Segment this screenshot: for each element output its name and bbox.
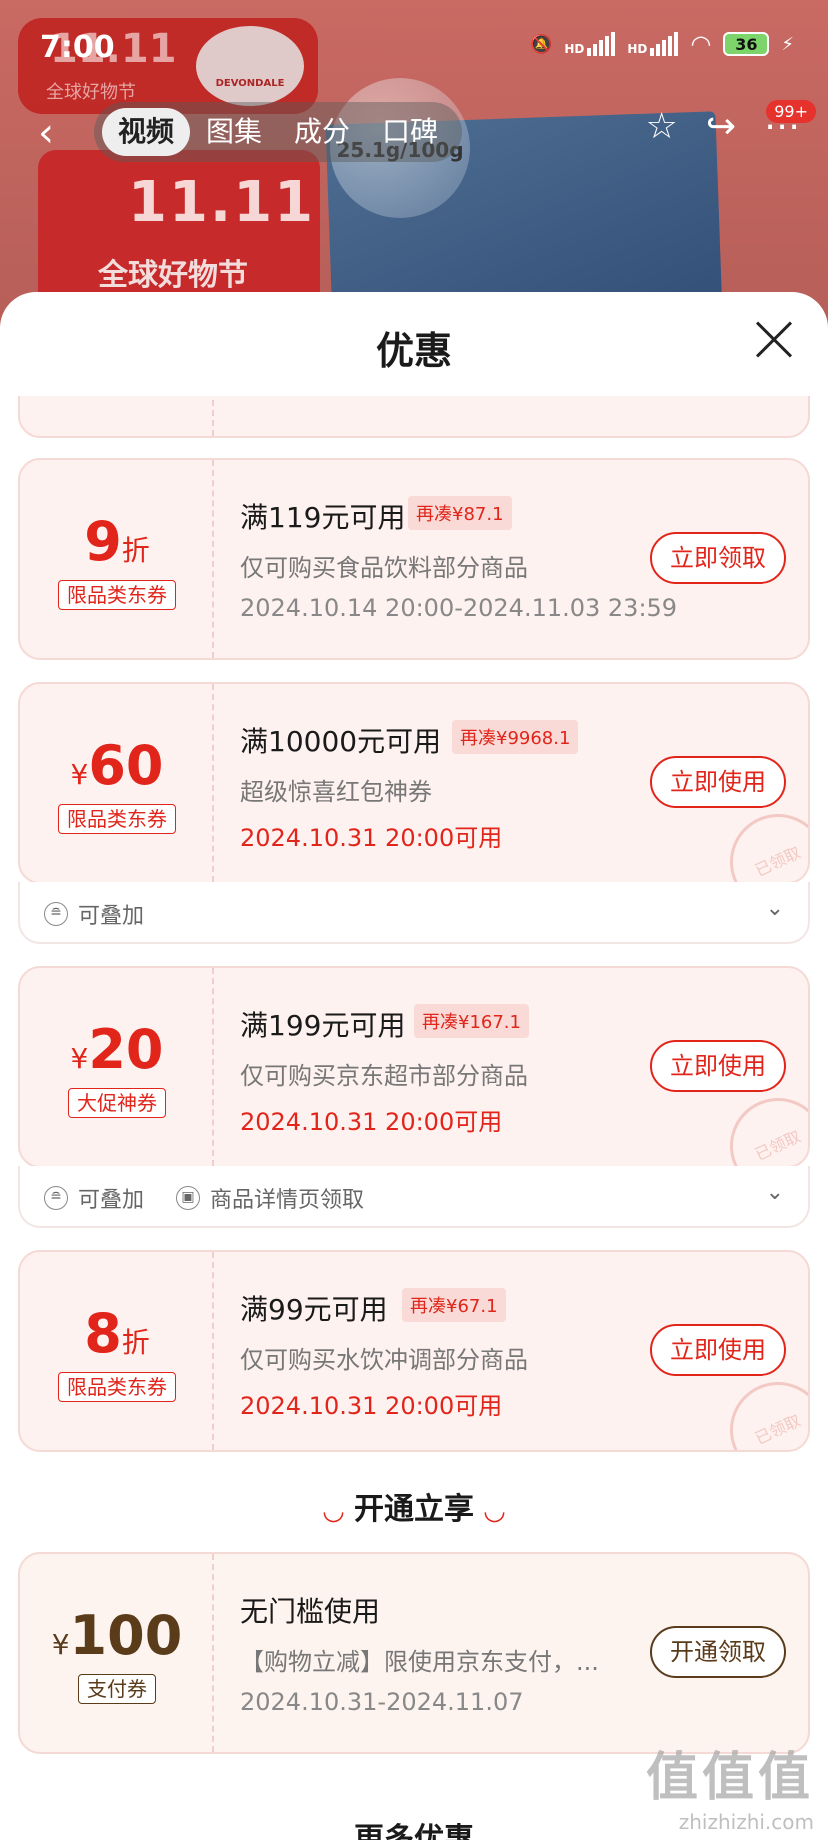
- promo-number: 11.11: [128, 170, 316, 235]
- coupon-need-amount: 再凑¥9968.1: [452, 720, 579, 754]
- claimed-stamp: 已领取: [714, 798, 808, 882]
- chevron-down-icon[interactable]: ⌄: [766, 1180, 784, 1205]
- claim-coupon-button[interactable]: 立即领取: [650, 532, 786, 584]
- smile-icon: ◡: [484, 1496, 505, 1526]
- coupon-description: 超级惊喜红包神券: [240, 778, 432, 806]
- tab-video[interactable]: 视频: [102, 108, 191, 156]
- product-nav: ‹ 视频 图集 成分 口碑 ☆ ↪ ⋯ 99+: [0, 100, 828, 166]
- claimed-stamp: 已领取: [714, 1082, 808, 1166]
- charging-icon: ⚡: [781, 33, 794, 55]
- coupon-list[interactable]: 9折 限品类东券 满119元可用 再凑¥87.1 仅可购买食品饮料部分商品 20…: [0, 396, 828, 1840]
- coupon-type-tag: 限品类东券: [58, 1372, 176, 1402]
- close-icon[interactable]: [754, 320, 794, 360]
- use-coupon-button[interactable]: 立即使用: [650, 756, 786, 808]
- favorite-star-icon[interactable]: ☆: [646, 106, 678, 147]
- tab-reviews[interactable]: 口碑: [366, 108, 454, 156]
- stackable-icon: ≘: [44, 902, 68, 926]
- coupon-condition: 满10000元可用: [240, 725, 442, 758]
- activate-claim-button[interactable]: 开通领取: [650, 1626, 786, 1678]
- coupon-description: 仅可购买食品饮料部分商品: [240, 554, 528, 582]
- use-coupon-button[interactable]: 立即使用: [650, 1040, 786, 1092]
- coupon-description: 仅可购买水饮冲调部分商品: [240, 1346, 528, 1374]
- stackable-label: 可叠加: [78, 904, 145, 929]
- coupon-amount: ¥20: [70, 1018, 164, 1081]
- coupon-amount: 8折: [84, 1302, 150, 1365]
- payment-coupon-card: ¥100 支付券 无门槛使用 【购物立减】限使用京东支付，... 2024.10…: [18, 1552, 810, 1754]
- smile-icon: ◡: [324, 1826, 344, 1840]
- coupon-extras: ≘ 可叠加 ▣ 商品详情页领取 ⌄: [18, 1166, 810, 1228]
- smile-icon: ◡: [323, 1496, 344, 1526]
- site-watermark: 值值值 zhizhizhi.com: [645, 1748, 814, 1834]
- back-icon[interactable]: ‹: [38, 110, 54, 156]
- coupon-description: 仅可购买京东超市部分商品: [240, 1062, 528, 1090]
- coupon-condition: 无门槛使用: [240, 1595, 381, 1628]
- mute-icon: 🔕: [529, 33, 553, 55]
- coupon-type-tag: 限品类东券: [58, 804, 176, 834]
- sheet-title: 优惠: [375, 329, 452, 373]
- coupon-amount: ¥100: [51, 1604, 183, 1667]
- message-badge: 99+: [766, 100, 816, 123]
- status-icons: 🔕 HD HD ◠ 36 ⚡: [530, 30, 794, 58]
- status-bar: 7:00 🔕 HD HD ◠ 36 ⚡: [0, 0, 828, 96]
- tab-ingredients[interactable]: 成分: [278, 108, 366, 156]
- promo-text: 全球好物节: [98, 258, 248, 293]
- coupon-source-label: 商品详情页领取: [210, 1188, 365, 1213]
- coupon-card-partial: [18, 396, 810, 438]
- sheet-header: 优惠: [0, 292, 828, 396]
- smile-icon: ◡: [484, 1826, 504, 1840]
- coupon-amount: 9折: [84, 510, 150, 573]
- coupon-extras: ≘ 可叠加 ⌄: [18, 882, 810, 944]
- coupon-card: ¥20 大促神券 满199元可用 再凑¥167.1 仅可购买京东超市部分商品 2…: [18, 966, 810, 1168]
- coupon-validity: 2024.10.31 20:00可用: [240, 824, 503, 852]
- media-tabs: 视频 图集 成分 口碑: [94, 102, 463, 162]
- coupon-need-amount: 再凑¥167.1: [414, 1004, 529, 1038]
- coupon-validity: 2024.10.14 20:00-2024.11.03 23:59: [240, 594, 678, 622]
- share-icon[interactable]: ↪: [706, 106, 736, 147]
- coupon-card: 9折 限品类东券 满119元可用 再凑¥87.1 仅可购买食品饮料部分商品 20…: [18, 458, 810, 660]
- wifi-icon: ◠: [690, 30, 712, 58]
- coupon-description: 【购物立减】限使用京东支付，...: [240, 1648, 599, 1676]
- signal-1-icon: HD: [564, 32, 616, 56]
- status-time: 7:00: [40, 30, 115, 65]
- claimed-stamp: 已领取: [714, 1366, 808, 1450]
- coupon-type-tag: 大促神券: [68, 1088, 166, 1118]
- coupon-sheet: 优惠 9折 限品类东券 满119元可用 再凑¥87.1 仅可购买食品饮料部分商品…: [0, 292, 828, 1840]
- coupon-amount: ¥60: [70, 734, 164, 797]
- coupon-type-tag: 限品类东券: [58, 580, 176, 610]
- coupon-condition: 满199元可用: [240, 1009, 406, 1042]
- battery-icon: 36: [723, 32, 770, 56]
- stackable-icon: ≘: [44, 1186, 68, 1210]
- coupon-condition: 满99元可用: [240, 1293, 388, 1326]
- coupon-card: ¥60 限品类东券 满10000元可用 再凑¥9968.1 超级惊喜红包神券 2…: [18, 682, 810, 884]
- chevron-down-icon[interactable]: ⌄: [766, 896, 784, 921]
- section-title-open: ◡ 开通立享 ◡: [323, 1492, 505, 1527]
- tab-gallery[interactable]: 图集: [190, 108, 278, 156]
- coupon-validity: 2024.10.31 20:00可用: [240, 1392, 503, 1420]
- coupon-card: 8折 限品类东券 满99元可用 再凑¥67.1 仅可购买水饮冲调部分商品 202…: [18, 1250, 810, 1452]
- stackable-label: 可叠加: [78, 1188, 145, 1213]
- use-coupon-button[interactable]: 立即使用: [650, 1324, 786, 1376]
- coupon-need-amount: 再凑¥87.1: [408, 496, 512, 530]
- coupon-validity: 2024.10.31-2024.11.07: [240, 1688, 524, 1716]
- coupon-source-icon: ▣: [176, 1186, 200, 1210]
- coupon-condition: 满119元可用: [240, 501, 406, 534]
- coupon-type-tag: 支付券: [78, 1674, 156, 1704]
- coupon-need-amount: 再凑¥67.1: [402, 1288, 506, 1322]
- signal-2-icon: HD: [627, 32, 679, 56]
- coupon-validity: 2024.10.31 20:00可用: [240, 1108, 503, 1136]
